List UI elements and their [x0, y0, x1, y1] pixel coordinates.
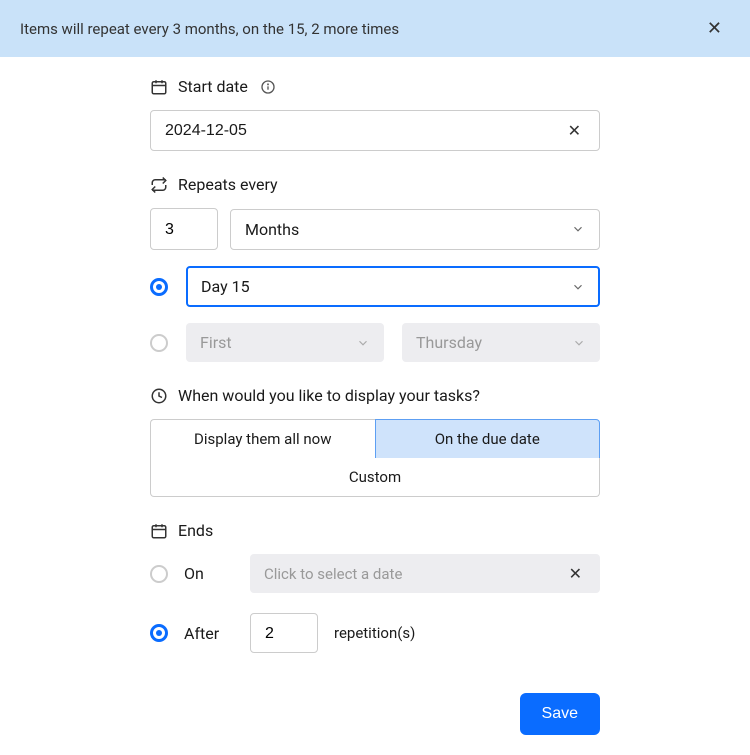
day-select-value: Day 15 — [201, 277, 250, 296]
repeats-header: Repeats every — [150, 175, 600, 194]
ends-on-row: On Click to select a date ✕ — [150, 554, 600, 593]
ends-on-label: On — [184, 564, 234, 583]
clear-start-date-icon[interactable]: ✕ — [564, 121, 585, 140]
ends-after-row: After repetition(s) — [150, 613, 600, 653]
form-footer: Save — [150, 693, 600, 735]
start-date-input[interactable]: ✕ — [150, 110, 600, 151]
repetitions-unit: repetition(s) — [334, 624, 415, 642]
repetitions-input[interactable] — [250, 613, 318, 653]
interval-field[interactable] — [165, 221, 203, 239]
ends-after-radio[interactable] — [150, 624, 168, 642]
display-all-now-button[interactable]: Display them all now — [150, 419, 375, 459]
repeat-icon — [150, 176, 168, 194]
repeats-label: Repeats every — [178, 175, 278, 194]
repeats-interval-row: Months — [150, 208, 600, 250]
interval-input[interactable] — [150, 208, 218, 250]
day-select[interactable]: Day 15 — [186, 266, 600, 307]
clear-end-date-icon[interactable]: ✕ — [565, 564, 586, 583]
start-date-field[interactable] — [165, 122, 564, 140]
display-due-date-button[interactable]: On the due date — [375, 419, 601, 459]
ends-section: Ends On Click to select a date ✕ After r… — [150, 521, 600, 653]
calendar-icon — [150, 78, 168, 96]
ordinal-select-value: First — [200, 333, 232, 352]
chevron-down-icon — [571, 280, 585, 294]
ends-label: Ends — [178, 521, 213, 540]
info-banner: Items will repeat every 3 months, on the… — [0, 0, 750, 57]
start-date-header: Start date — [150, 77, 600, 96]
weekday-option-radio[interactable] — [150, 334, 168, 352]
weekday-select[interactable]: Thursday — [402, 323, 600, 362]
repeats-section: Repeats every Months Day 15 — [150, 175, 600, 362]
ends-header: Ends — [150, 521, 600, 540]
close-icon[interactable]: ✕ — [699, 18, 730, 39]
unit-select-value: Months — [245, 220, 299, 239]
chevron-down-icon — [356, 336, 370, 350]
display-segmented: Display them all now On the due date Cus… — [150, 419, 600, 497]
recurrence-form: Start date ✕ — [0, 57, 750, 755]
ends-on-placeholder: Click to select a date — [264, 565, 402, 583]
display-section: When would you like to display your task… — [150, 386, 600, 497]
display-header: When would you like to display your task… — [150, 386, 600, 405]
chevron-down-icon — [571, 222, 585, 236]
start-date-section: Start date ✕ — [150, 77, 600, 151]
unit-select[interactable]: Months — [230, 209, 600, 250]
clock-icon — [150, 387, 168, 405]
weekday-option-row: First Thursday — [150, 323, 600, 362]
start-date-label: Start date — [178, 77, 248, 96]
info-icon[interactable] — [260, 79, 276, 95]
ends-on-date-input[interactable]: Click to select a date ✕ — [250, 554, 600, 593]
display-custom-button[interactable]: Custom — [150, 458, 600, 497]
ordinal-select[interactable]: First — [186, 323, 384, 362]
ends-on-radio[interactable] — [150, 565, 168, 583]
day-option-radio[interactable] — [150, 278, 168, 296]
weekday-select-value: Thursday — [416, 333, 482, 352]
day-option-row: Day 15 — [150, 266, 600, 307]
ends-after-label: After — [184, 624, 234, 643]
save-button[interactable]: Save — [520, 693, 600, 735]
chevron-down-icon — [572, 336, 586, 350]
repetitions-field[interactable] — [265, 625, 303, 643]
banner-text: Items will repeat every 3 months, on the… — [20, 20, 399, 38]
calendar-icon — [150, 522, 168, 540]
display-label: When would you like to display your task… — [178, 386, 480, 405]
